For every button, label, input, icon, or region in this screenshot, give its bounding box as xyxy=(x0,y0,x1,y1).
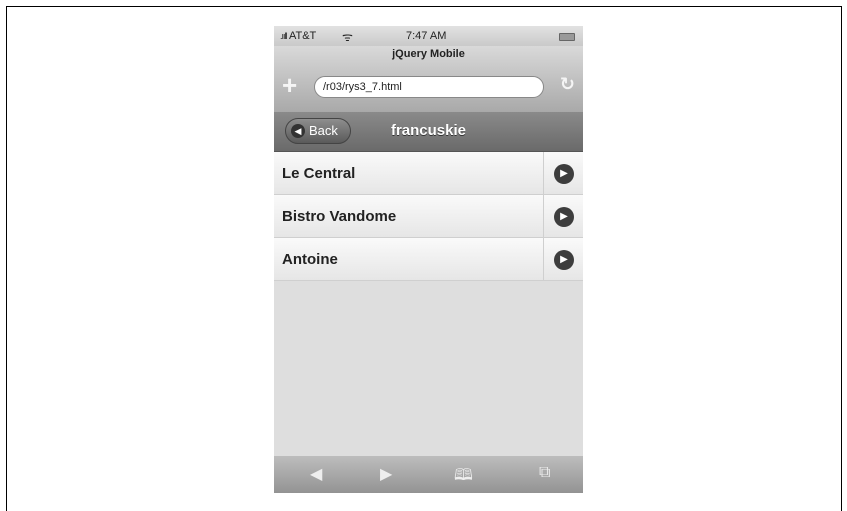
signal-bars-icon: .ııll xyxy=(280,31,287,41)
arrow-right-icon: ▶ xyxy=(554,250,574,270)
forward-icon[interactable]: ▶ xyxy=(380,464,392,484)
list-item[interactable]: Antoine ▶ xyxy=(274,238,583,281)
page-header: ◀ Back francuskie xyxy=(274,112,583,152)
back-icon[interactable]: ◀ xyxy=(310,464,322,484)
list-item-label: Bistro Vandome xyxy=(282,208,397,225)
page-title: jQuery Mobile xyxy=(392,48,465,60)
list-item[interactable]: Bistro Vandome ▶ xyxy=(274,195,583,238)
status-time: 7:47 AM xyxy=(406,30,447,42)
restaurant-list: Le Central ▶ Bistro Vandome ▶ Antoine ▶ xyxy=(274,152,583,281)
split-button[interactable]: ▶ xyxy=(543,195,583,237)
wifi-icon: ᯤ xyxy=(342,30,353,44)
status-bar: .ııll AT&T ᯤ 7:47 AM xyxy=(274,26,583,46)
browser-toolbar: ◀ ▶ 🕮 ⧉ xyxy=(274,456,583,493)
reload-icon[interactable]: ↻ xyxy=(560,74,575,95)
arrow-right-icon: ▶ xyxy=(554,207,574,227)
list-item-label: Antoine xyxy=(282,251,338,268)
arrow-right-icon: ▶ xyxy=(554,164,574,184)
url-field[interactable]: /r03/rys3_7.html xyxy=(314,76,544,98)
add-bookmark-icon[interactable]: + xyxy=(282,72,297,98)
phone-screen: .ııll AT&T ᯤ 7:47 AM jQuery Mobile + /r0… xyxy=(274,26,583,493)
pages-icon[interactable]: ⧉ xyxy=(539,464,550,482)
split-button[interactable]: ▶ xyxy=(543,152,583,194)
list-item-label: Le Central xyxy=(282,165,356,182)
bookmarks-icon[interactable]: 🕮 xyxy=(454,464,473,491)
browser-chrome: jQuery Mobile + /r03/rys3_7.html ↻ xyxy=(274,46,583,112)
carrier: .ııll AT&T xyxy=(280,30,317,42)
battery-icon xyxy=(559,33,575,41)
split-button[interactable]: ▶ xyxy=(543,238,583,280)
list-item[interactable]: Le Central ▶ xyxy=(274,152,583,195)
header-title: francuskie xyxy=(390,122,467,139)
